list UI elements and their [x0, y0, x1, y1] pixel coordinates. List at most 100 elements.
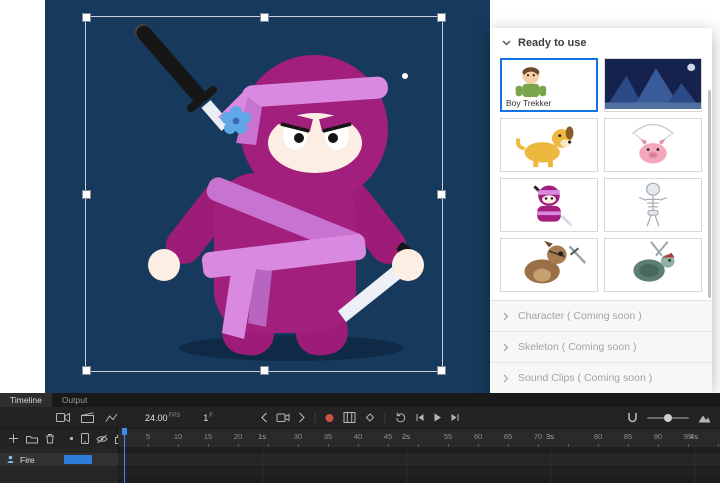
anchor-point-handle[interactable]: [402, 73, 408, 79]
fire-track-lane[interactable]: [118, 453, 720, 466]
toolbar-divider: [315, 413, 316, 423]
add-track-button[interactable]: [8, 433, 19, 444]
section-label: Skeleton ( Coming soon ): [518, 341, 636, 353]
resize-handle-top-left[interactable]: [82, 13, 91, 22]
scene-button[interactable]: [81, 412, 94, 423]
resize-handle-bottom-right[interactable]: [437, 366, 446, 375]
resize-handle-top-right[interactable]: [437, 13, 446, 22]
record-icon: [325, 413, 335, 423]
zoom-slider[interactable]: [647, 417, 689, 419]
section-label: Sound Clips ( Coming soon ): [518, 372, 652, 384]
ruler-label: 65: [504, 432, 512, 441]
section-sound-clips[interactable]: Sound Clips ( Coming soon ): [490, 363, 712, 394]
library-item-mountain-scene[interactable]: [604, 58, 702, 112]
yellow-dog-thumbnail: [501, 119, 597, 169]
section-label: Character ( Coming soon ): [518, 310, 642, 322]
ruler-label: 20: [234, 432, 242, 441]
section-skeleton[interactable]: Skeleton ( Coming soon ): [490, 332, 712, 363]
thumbnail-grid: Boy Trekker: [490, 58, 712, 300]
magnet-icon: [627, 412, 638, 423]
selection-box[interactable]: [85, 16, 443, 372]
ruler-label: 3s: [546, 432, 554, 441]
library-panel: Ready to use Boy Trekker: [490, 28, 712, 389]
go-to-camera-button[interactable]: [277, 413, 290, 423]
ready-to-use-header[interactable]: Ready to use: [490, 28, 712, 58]
ruler-label: 15: [204, 432, 212, 441]
step-forward-button[interactable]: [299, 412, 306, 423]
second-gridline: [550, 447, 551, 483]
previous-frame-button[interactable]: [416, 413, 425, 422]
fps-value: 24.00: [145, 413, 168, 423]
ruler-label: 55: [444, 432, 452, 441]
library-item-turtle-warrior[interactable]: [604, 238, 702, 292]
library-item-purple-ninja[interactable]: [500, 178, 598, 232]
loop-button[interactable]: [395, 412, 407, 423]
step-back-button[interactable]: [261, 412, 268, 423]
device-button[interactable]: [81, 433, 89, 444]
mountain-icon: [698, 413, 711, 423]
plus-icon: [8, 433, 19, 444]
next-frame-button[interactable]: [451, 413, 460, 422]
keyframe-button[interactable]: [365, 412, 376, 423]
ruler-label: 10: [174, 432, 182, 441]
resize-handle-bottom-middle[interactable]: [260, 366, 269, 375]
timeline-ruler[interactable]: 51015201s303540452s556065703s808590954s: [118, 429, 720, 448]
library-item-skeleton[interactable]: [604, 178, 702, 232]
delete-button[interactable]: [45, 433, 55, 444]
timeline-middle-row: 51015201s303540452s556065703s808590954s: [0, 429, 720, 449]
resize-handle-top-middle[interactable]: [260, 13, 269, 22]
timeline-tab-bar: Timeline Output: [0, 393, 720, 407]
resize-handle-bottom-left[interactable]: [82, 366, 91, 375]
library-item-boy-trekker[interactable]: Boy Trekker: [500, 58, 598, 112]
camera-button[interactable]: [56, 412, 70, 423]
dot-icon: [69, 436, 74, 441]
previous-frame-icon: [416, 413, 425, 422]
chevron-right-icon: [299, 412, 306, 423]
zoom-slider-knob[interactable]: [664, 414, 672, 422]
track-label: Fire: [20, 455, 35, 465]
chevron-right-icon: [503, 343, 509, 352]
ninja-puppet[interactable]: [86, 17, 440, 369]
timeline-tracks: Fire: [0, 447, 720, 483]
tab-timeline[interactable]: Timeline: [0, 393, 52, 407]
new-folder-button[interactable]: [26, 434, 38, 444]
section-character[interactable]: Character ( Coming soon ): [490, 301, 712, 332]
fire-track-clip[interactable]: [64, 455, 92, 464]
toggle-dot-button[interactable]: [69, 436, 74, 441]
visibility-button[interactable]: [96, 434, 108, 444]
fps-field[interactable]: 24.00FPS: [145, 413, 180, 423]
app-window: Ready to use Boy Trekker: [0, 0, 720, 483]
puppet-icon: [6, 455, 15, 464]
playhead[interactable]: [124, 428, 125, 483]
library-item-pirate-dog[interactable]: [500, 238, 598, 292]
resize-handle-middle-left[interactable]: [82, 190, 91, 199]
library-item-pink-pig[interactable]: [604, 118, 702, 172]
track-row-fire[interactable]: Fire: [0, 453, 118, 466]
chevron-right-icon: [503, 374, 509, 383]
zoom-fit-button[interactable]: [698, 413, 711, 423]
track-header-column: Fire: [0, 447, 119, 483]
resize-handle-middle-right[interactable]: [437, 190, 446, 199]
tab-output[interactable]: Output: [52, 393, 98, 407]
frame-unit: F: [209, 413, 213, 419]
panel-scrollbar[interactable]: [708, 90, 711, 298]
filmstrip-button[interactable]: [344, 412, 356, 423]
scene-slate-icon: [81, 412, 94, 423]
empty-track-lane[interactable]: [118, 468, 720, 478]
ruler-label: 40: [354, 432, 362, 441]
stage-canvas[interactable]: [45, 0, 490, 393]
snapping-button[interactable]: [627, 412, 638, 423]
chevron-down-icon: [502, 40, 511, 46]
chevron-right-icon: [503, 312, 509, 321]
record-button[interactable]: [325, 413, 335, 423]
pirate-dog-thumbnail: [501, 239, 597, 289]
second-gridline: [694, 447, 695, 483]
frame-field[interactable]: 1F: [203, 413, 213, 423]
ruler-label: 4s: [690, 432, 698, 441]
graph-button[interactable]: [105, 412, 118, 423]
library-item-yellow-dog[interactable]: [500, 118, 598, 172]
ruler-label: 35: [324, 432, 332, 441]
play-icon: [434, 413, 442, 422]
right-hand: [392, 249, 424, 281]
play-button[interactable]: [434, 413, 442, 422]
